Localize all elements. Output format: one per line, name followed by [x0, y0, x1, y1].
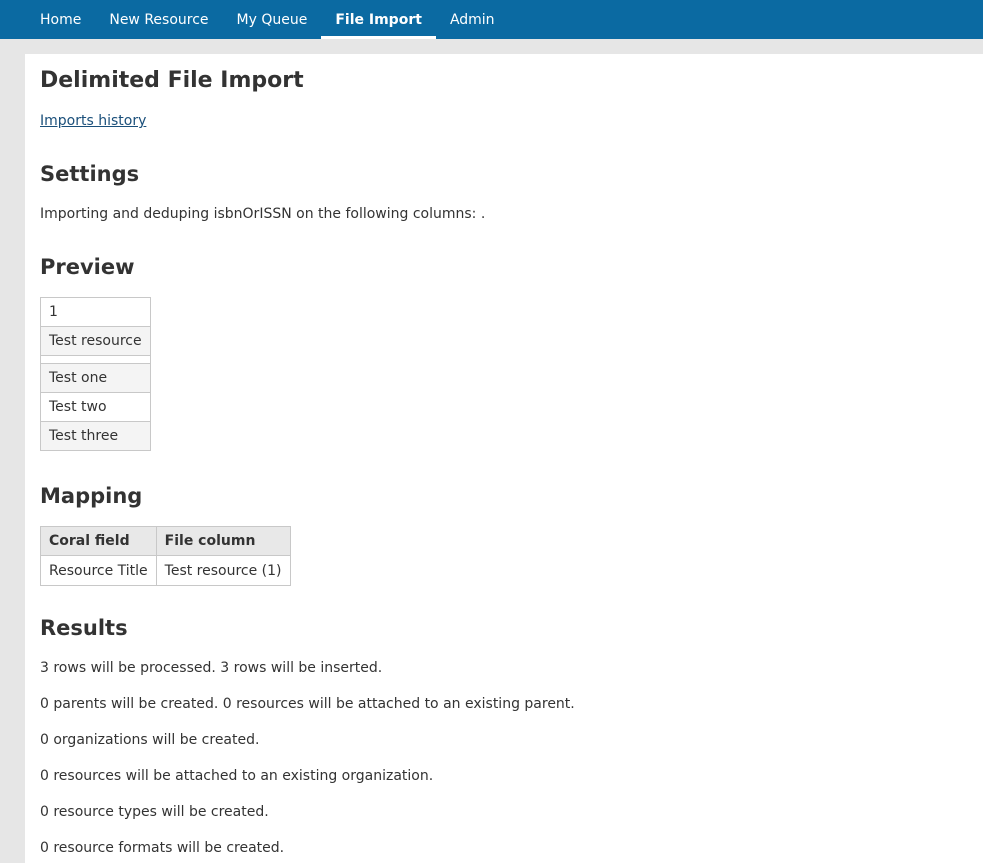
preview-cell: 1 — [40, 297, 151, 327]
column-header: Coral field — [40, 526, 157, 556]
results-line: 3 rows will be processed. 3 rows will be… — [40, 660, 383, 676]
table-row: Test two — [40, 392, 151, 422]
table-header-row: Coral field File column — [40, 526, 291, 556]
nav-home[interactable]: Home — [26, 0, 95, 39]
preview-table: 1 Test resource Test one Test two Test t… — [40, 297, 151, 451]
results-line: 0 organizations will be created. — [40, 732, 260, 748]
mapping-cell: Test resource (1) — [155, 555, 291, 586]
preview-heading: Preview — [40, 255, 135, 279]
results-heading: Results — [40, 616, 128, 640]
preview-cell: Test one — [40, 363, 151, 393]
results-line: 0 resource formats will be created. — [40, 840, 285, 856]
preview-cell — [40, 355, 151, 364]
nav-new-resource[interactable]: New Resource — [95, 0, 222, 39]
table-row: Resource Title Test resource (1) — [40, 555, 291, 586]
preview-cell: Test three — [40, 421, 151, 451]
results-line: 0 resource types will be created. — [40, 804, 269, 820]
table-row: 1 — [40, 297, 151, 327]
settings-heading: Settings — [40, 162, 140, 186]
main-content: Delimited File Import Imports history Se… — [25, 54, 983, 863]
settings-text: Importing and deduping isbnOrISSN on the… — [40, 206, 486, 222]
preview-cell: Test two — [40, 392, 151, 422]
results-line: 0 parents will be created. 0 resources w… — [40, 696, 575, 712]
page-title: Delimited File Import — [40, 68, 304, 93]
column-header: File column — [155, 526, 291, 556]
table-row: Test three — [40, 421, 151, 451]
table-row: Test resource — [40, 326, 151, 356]
mapping-table: Coral field File column Resource Title T… — [40, 526, 291, 586]
nav-file-import[interactable]: File Import — [321, 0, 436, 39]
mapping-heading: Mapping — [40, 484, 143, 508]
mapping-cell: Resource Title — [40, 555, 157, 586]
nav-admin[interactable]: Admin — [436, 0, 509, 39]
table-row: Test one — [40, 363, 151, 393]
results-line: 0 resources will be attached to an exist… — [40, 768, 434, 784]
table-row — [40, 355, 151, 364]
imports-history-link[interactable]: Imports history — [40, 113, 146, 129]
nav-my-queue[interactable]: My Queue — [223, 0, 322, 39]
top-navbar: Home New Resource My Queue File Import A… — [0, 0, 983, 39]
preview-cell: Test resource — [40, 326, 151, 356]
